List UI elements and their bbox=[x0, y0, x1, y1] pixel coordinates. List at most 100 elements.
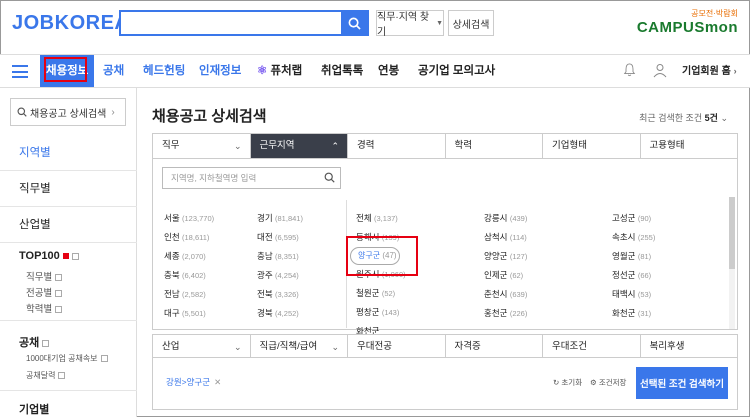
sidebar-top100-job-label: 직무별 bbox=[26, 272, 53, 283]
region-option[interactable]: 속초시 (255) bbox=[612, 231, 655, 243]
nav-item-talent-info[interactable]: 인재정보 bbox=[199, 55, 241, 87]
hamburger-menu-icon[interactable] bbox=[12, 65, 28, 78]
tab-career[interactable]: 경력 bbox=[347, 134, 445, 158]
bell-icon[interactable] bbox=[623, 63, 636, 77]
region-option[interactable]: 양양군 (127) bbox=[484, 250, 527, 262]
selected-tag[interactable]: 강원>양구군 ✕ bbox=[166, 376, 221, 388]
scrollbar[interactable] bbox=[729, 197, 735, 329]
region-option[interactable]: 경북 (4,252) bbox=[257, 307, 299, 319]
search-box[interactable] bbox=[119, 10, 369, 36]
region-option[interactable]: 광주 (4,254) bbox=[257, 269, 299, 281]
sidebar-company[interactable]: 기업별 bbox=[19, 401, 49, 417]
region-option-name: 인제군 bbox=[484, 270, 508, 280]
region-option[interactable]: 전남 (2,582) bbox=[164, 288, 206, 300]
region-option[interactable]: 삼척시 (114) bbox=[484, 231, 527, 243]
nav-item-career-talk[interactable]: 취업톡톡 bbox=[321, 55, 363, 87]
region-option-count: (127) bbox=[509, 252, 528, 261]
tab-education[interactable]: 학력 bbox=[444, 134, 543, 158]
region-option-name: 춘천시 bbox=[484, 289, 508, 299]
sidebar-top100-major[interactable]: 전공별 bbox=[26, 285, 63, 299]
gear-icon: ⚙ bbox=[590, 378, 597, 387]
search-button[interactable] bbox=[341, 12, 367, 34]
detail-search-button[interactable]: 상세검색 bbox=[448, 10, 494, 36]
recent-label: 최근 검색한 조건 bbox=[639, 113, 703, 123]
region-option[interactable]: 인천 (18,611) bbox=[164, 231, 209, 243]
campusmon-logo[interactable]: 공모전·박람회 CAMPUSmon bbox=[637, 8, 738, 36]
nav-item-futurelab[interactable]: ⚛ 퓨처랩 bbox=[257, 55, 302, 87]
region-option[interactable]: 세종 (2,070) bbox=[164, 250, 206, 262]
region-option[interactable]: 서울 (123,770) bbox=[164, 212, 214, 224]
close-icon[interactable]: ✕ bbox=[214, 377, 221, 387]
company-home-link[interactable]: 기업회원 홈 › bbox=[682, 55, 737, 87]
sidebar-gongchae-calendar[interactable]: 공채달력 bbox=[26, 370, 66, 381]
page-title: 채용공고 상세검색 bbox=[152, 108, 267, 125]
region-option[interactable]: 인제군 (62) bbox=[484, 269, 523, 281]
region-option[interactable]: 정선군 (66) bbox=[612, 269, 651, 281]
sidebar-gongchae-news[interactable]: 1000대기업 공채속보 bbox=[26, 353, 108, 364]
region-option-name: 철원군 bbox=[356, 288, 380, 299]
tab-employment-type[interactable]: 고용형태 bbox=[639, 134, 738, 158]
tab-job[interactable]: 직무 ⌄ bbox=[152, 134, 250, 158]
tab-region[interactable]: 근무지역 ⌃ bbox=[249, 134, 347, 158]
scrollbar-thumb[interactable] bbox=[729, 197, 735, 269]
sidebar-gongchae-news-label: 1000대기업 공채속보 bbox=[26, 354, 98, 363]
region-option-name: 고성군 bbox=[612, 213, 636, 223]
save-condition-button[interactable]: ⚙ 조건저장 bbox=[590, 377, 626, 388]
region-option[interactable]: 홍천군 (226) bbox=[484, 307, 527, 319]
campus-name: CAMPUSmon bbox=[636, 19, 738, 36]
region-option[interactable]: 영월군 (81) bbox=[612, 250, 651, 262]
sidebar-top100-edu[interactable]: 학력별 bbox=[26, 301, 63, 315]
sidebar-top100-job[interactable]: 직무별 bbox=[26, 269, 63, 283]
new-badge-icon bbox=[62, 253, 69, 260]
region-option[interactable]: 태백시 (53) bbox=[612, 288, 651, 300]
region-option[interactable]: 충남 (8,351) bbox=[257, 250, 299, 262]
region-option[interactable]: 대전 (6,595) bbox=[257, 231, 299, 243]
tab-company-type[interactable]: 기업형태 bbox=[542, 134, 640, 158]
tab-preferred-major[interactable]: 우대전공 bbox=[347, 335, 445, 357]
region-option[interactable]: 전북 (3,326) bbox=[257, 288, 299, 300]
tab-position-salary[interactable]: 직급/직책/급여 ⌄ bbox=[249, 335, 348, 357]
sidebar-divider bbox=[0, 390, 137, 391]
user-icon[interactable] bbox=[652, 62, 668, 78]
region-option[interactable]: 충북 (6,402) bbox=[164, 269, 206, 281]
region-search-input[interactable]: 지역명, 지하철역명 입력 bbox=[162, 167, 341, 189]
region-panel: 지역명, 지하철역명 입력 bbox=[152, 159, 738, 330]
region-option[interactable]: 화천군 (31) bbox=[612, 307, 651, 319]
region-option-count: (53) bbox=[637, 290, 652, 299]
sidebar-item-region[interactable]: 지역별 bbox=[0, 135, 137, 171]
tab-industry[interactable]: 산업 ⌄ bbox=[152, 335, 250, 357]
region-option-name: 화천군 bbox=[612, 308, 636, 318]
region-option-count: (2,582) bbox=[182, 290, 206, 299]
nav-item-gongchae[interactable]: 공채 bbox=[103, 55, 124, 87]
region-option-count: (143) bbox=[381, 308, 400, 317]
region-option-count: (255) bbox=[637, 233, 656, 242]
tab-preferred-conditions[interactable]: 우대조건 bbox=[542, 335, 640, 357]
nav-item-mock-test[interactable]: 공기업 모의고사 bbox=[418, 55, 495, 87]
job-region-finder-label: 직무·지역 찾기 bbox=[377, 12, 430, 38]
nav-item-salary[interactable]: 연봉 bbox=[378, 55, 399, 87]
region-option[interactable]: 강릉시 (439) bbox=[484, 212, 527, 224]
search-selected-conditions-button[interactable]: 선택된 조건 검색하기 bbox=[636, 367, 728, 399]
region-option[interactable]: 경기 (81,841) bbox=[257, 212, 303, 224]
job-region-finder-button[interactable]: 직무·지역 찾기 ▼ bbox=[376, 10, 444, 38]
region-option[interactable]: 대구 (5,501) bbox=[164, 307, 206, 319]
region-option[interactable]: 평창군 (143) bbox=[356, 306, 399, 318]
region-option[interactable]: 고성군 (90) bbox=[612, 212, 651, 224]
region-option[interactable]: 전체 (3,137) bbox=[356, 212, 398, 224]
sidebar-top100[interactable]: TOP100 bbox=[19, 250, 79, 262]
region-option-count: (62) bbox=[509, 271, 524, 280]
tab-benefits[interactable]: 복리후생 bbox=[639, 335, 738, 357]
nav-item-headhunting[interactable]: 헤드헌팅 bbox=[143, 55, 185, 87]
sidebar-item-job[interactable]: 직무별 bbox=[0, 171, 137, 207]
recent-search-conditions[interactable]: 최근 검색한 조건 5건 ⌄ bbox=[639, 111, 728, 124]
search-input[interactable] bbox=[121, 12, 339, 34]
tab-certificate[interactable]: 자격증 bbox=[444, 335, 543, 357]
region-option-name: 충북 bbox=[164, 270, 180, 280]
sidebar-gongchae[interactable]: 공채 bbox=[19, 334, 50, 350]
sidebar-item-industry[interactable]: 산업별 bbox=[0, 207, 137, 243]
sidebar-detail-search-button[interactable]: 채용공고 상세검색 › bbox=[10, 98, 126, 126]
region-option[interactable]: 춘천시 (639) bbox=[484, 288, 527, 300]
reset-button[interactable]: ↻ 초기화 bbox=[553, 377, 582, 388]
jobkorea-logo[interactable]: JOBKOREA bbox=[12, 12, 129, 35]
region-option[interactable]: 철원군 (52) bbox=[356, 287, 395, 299]
